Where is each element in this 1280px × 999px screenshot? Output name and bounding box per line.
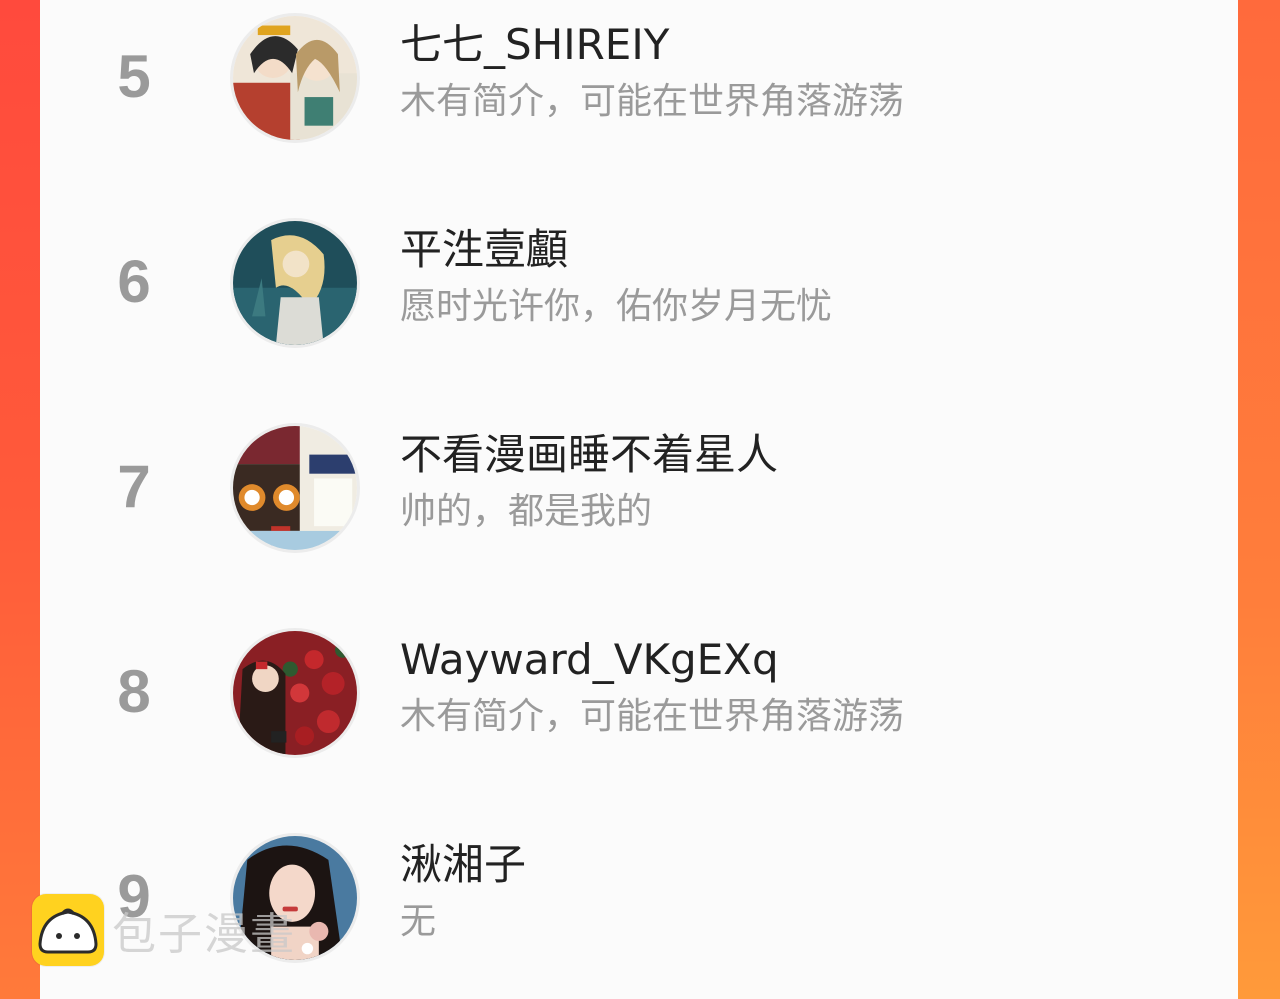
user-avatar[interactable]	[230, 423, 360, 553]
user-name[interactable]: Wayward_VKgEXq	[400, 632, 779, 688]
user-bio: 帅的，都是我的	[400, 491, 653, 532]
user-bio: 木有简介，可能在世界角落游荡	[400, 696, 905, 737]
user-name[interactable]: 平泩壹顱	[400, 222, 568, 278]
avatar-photo-icon	[233, 631, 357, 755]
user-avatar[interactable]	[230, 13, 360, 143]
avatar-illustration-icon	[233, 426, 357, 550]
rank-number: 7	[117, 453, 151, 520]
user-bio: 无	[400, 901, 437, 942]
watermark-text: 包子漫畫	[112, 909, 296, 960]
user-avatar[interactable]	[230, 218, 360, 348]
user-name[interactable]: 七七_SHIREIY	[400, 17, 669, 73]
ranking-panel: 5 七七_SHIREIY 木有简介，可能在世界角落游荡 6 平泩壹顱 愿时光许你…	[40, 0, 1238, 999]
ranking-row[interactable]: 6 平泩壹顱 愿时光许你，佑你岁月无忧	[40, 208, 1238, 368]
ranking-row[interactable]: 8 Wayward_VKgEXq 木有简介，可能在世界角落游荡	[40, 618, 1238, 778]
user-bio: 木有简介，可能在世界角落游荡	[400, 81, 905, 122]
user-name[interactable]: 不看漫画睡不着星人	[400, 427, 778, 483]
user-name[interactable]: 湫湘子	[400, 837, 526, 893]
rank-number: 5	[117, 43, 151, 110]
rank-number: 6	[117, 248, 151, 315]
ranking-row[interactable]: 5 七七_SHIREIY 木有简介，可能在世界角落游荡	[40, 3, 1238, 163]
avatar-illustration-icon	[233, 221, 357, 345]
bun-logo-icon	[32, 894, 104, 966]
user-bio: 愿时光许你，佑你岁月无忧	[400, 286, 833, 327]
watermark: 包子漫畫	[32, 892, 296, 968]
right-edge-gradient	[1238, 0, 1280, 999]
avatar-illustration-icon	[233, 16, 357, 140]
ranking-row[interactable]: 7 不看漫画睡不着星人 帅的，都是我的	[40, 413, 1238, 573]
rank-number: 8	[117, 658, 151, 725]
user-avatar[interactable]	[230, 628, 360, 758]
